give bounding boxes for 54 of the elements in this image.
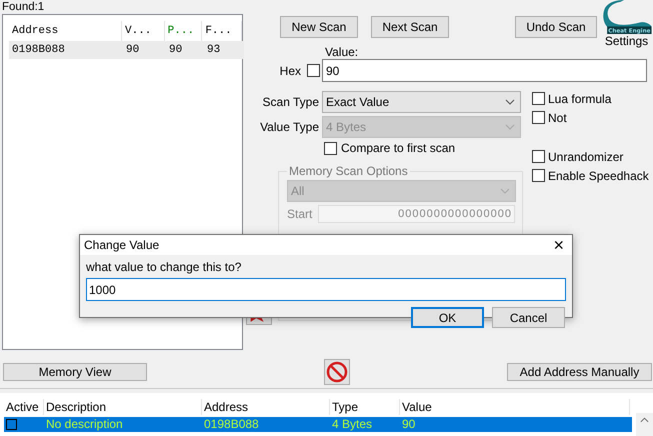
option-checkbox[interactable] — [532, 169, 545, 182]
scan-button[interactable]: New Scan — [280, 16, 358, 38]
value-label: Value: — [325, 46, 360, 59]
option-checkbox[interactable] — [532, 150, 545, 163]
start-label: Start — [287, 207, 314, 221]
table-cell-text: 90 — [125, 44, 140, 56]
option-label: Unrandomizer — [548, 150, 624, 164]
hex-checkbox[interactable] — [307, 64, 320, 77]
group-title: Memory Scan Options — [287, 164, 410, 178]
compare-label: Compare to first scan — [341, 141, 456, 155]
column-header[interactable]: Address — [202, 399, 330, 415]
dialog-prompt: what value to change this to? — [86, 259, 242, 275]
active-checkbox[interactable] — [6, 419, 17, 430]
option-label: Enable Speedhack — [548, 168, 649, 182]
table-cell-text: 90 — [168, 44, 184, 56]
add-address-button[interactable]: Add Address Manually — [507, 363, 652, 381]
dialog-button[interactable]: OK — [411, 307, 484, 328]
dialog-button[interactable]: Cancel — [492, 307, 565, 328]
table-cell-text: 0198B088 — [203, 417, 260, 432]
no-entry-icon[interactable] — [324, 359, 350, 385]
column-header[interactable]: Type — [330, 399, 400, 415]
scan-type-dropdown[interactable]: Exact Value — [322, 90, 521, 112]
compare-checkbox[interactable] — [324, 142, 337, 154]
option-label: Lua formula — [548, 92, 612, 106]
dialog-title: Change Value — [84, 238, 160, 252]
scan-type-label: Scan Type — [262, 94, 320, 108]
chevron-icon — [505, 124, 515, 130]
table-cell-text: 93 — [206, 44, 222, 56]
option-checkbox[interactable] — [532, 111, 545, 124]
table-cell-text: 4 Bytes — [331, 417, 374, 432]
table-cell-text: No description — [45, 417, 124, 432]
hex-label: Hex — [280, 64, 301, 78]
memory-view-button[interactable]: Memory View — [3, 363, 147, 381]
option-checkbox[interactable] — [532, 92, 545, 105]
table-cell-text: 90 — [401, 417, 416, 432]
settings-label[interactable]: Settings — [604, 34, 648, 48]
scrollbar[interactable] — [636, 413, 653, 436]
table-cell-text: 0198B088 — [11, 44, 66, 56]
scan-button[interactable]: Next Scan — [371, 16, 449, 38]
value-input-field[interactable]: 1000 — [86, 278, 566, 301]
result-row[interactable]: 0198B088 90 90 93 — [9, 41, 244, 59]
value-type-label: Value Type — [259, 120, 320, 134]
close-button[interactable]: × — [553, 235, 564, 255]
scan-button[interactable]: Undo Scan — [515, 16, 597, 38]
option-label: Not — [548, 110, 567, 124]
found-count: Found:1 — [1, 0, 46, 14]
value-field[interactable]: 90 — [322, 59, 647, 82]
chevron-icon — [500, 188, 510, 194]
chevron-icon — [505, 98, 515, 104]
column-header[interactable]: Value — [400, 399, 630, 415]
column-header[interactable]: Active — [4, 399, 44, 415]
scroll-up-icon[interactable] — [640, 417, 649, 423]
column-header[interactable]: Description — [44, 399, 202, 415]
address-row[interactable]: No description 0198B088 4 Bytes 90 — [4, 417, 632, 432]
